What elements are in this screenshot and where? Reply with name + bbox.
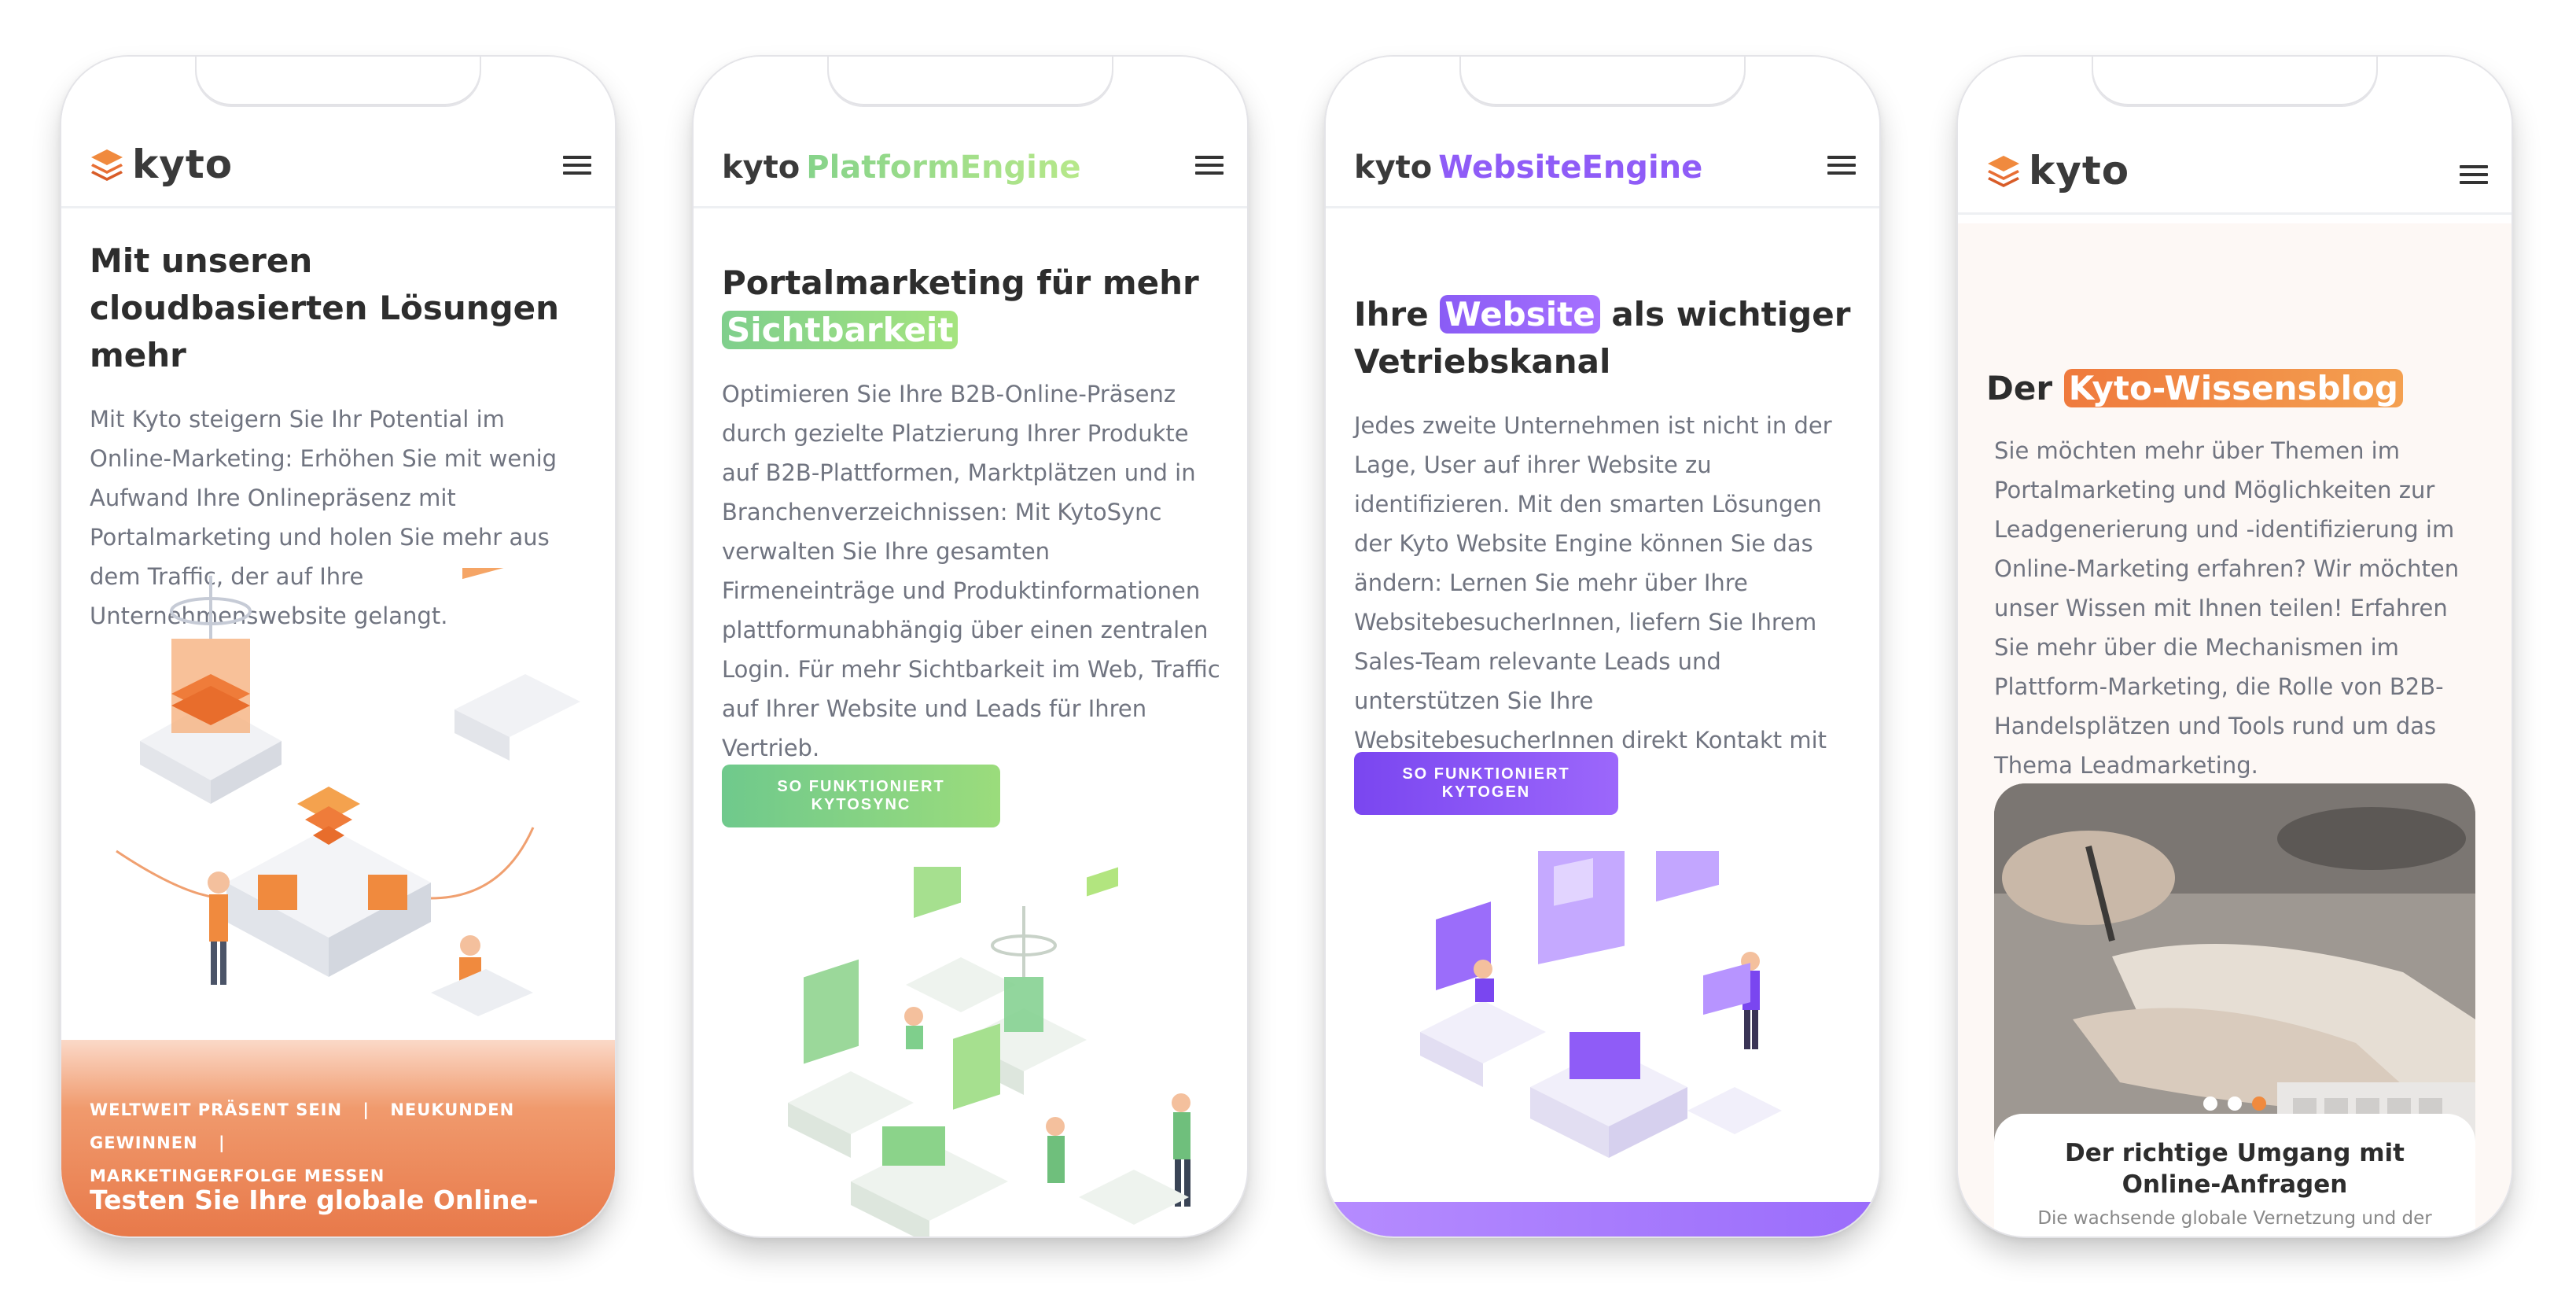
logo-product-text: WebsiteEngine (1438, 149, 1703, 186)
slider-dots (1958, 1096, 2512, 1114)
page-headline: Mit unseren cloudbasierten Lösungen mehr (90, 241, 560, 374)
logo-kyto-text: kyto (722, 149, 800, 186)
band-heading: Testen Sie Ihre globale Online- (90, 1185, 539, 1215)
phone-notch (197, 57, 480, 105)
hero-body: Sie möchten mehr über Themen im Portalma… (1994, 437, 2460, 779)
footer-band (1326, 1202, 1879, 1236)
kyto-logo[interactable]: kyto (90, 142, 233, 187)
page-headline: Ihre Website als wichtiger Vetriebskanal (1354, 291, 1856, 385)
logo-text: kyto (2029, 148, 2130, 193)
headline-text: Portalmarketing für mehr (722, 264, 1199, 302)
blog-intro: Sie möchten mehr über Themen im Portalma… (1994, 431, 2483, 785)
headline-highlight: Sichtbarkeit (722, 311, 959, 349)
logo-text: kyto (132, 142, 234, 187)
kyto-stack-icon (1988, 156, 2019, 187)
headline-text-end: als wichtiger Vetriebskanal (1354, 295, 1851, 381)
phone-notch (2093, 57, 2376, 105)
logo-kyto-text: kyto (1354, 149, 1433, 186)
separator: | (218, 1133, 226, 1152)
phone-website-engine: kyto WebsiteEngine Ihre Website als wich… (1326, 57, 1879, 1236)
slider-dot[interactable] (2202, 1096, 2217, 1111)
hero-text: Ihre Website als wichtiger Vetriebskanal… (1354, 291, 1856, 799)
feature-link-global[interactable]: WELTWEIT PRÄSENT SEIN (90, 1100, 342, 1119)
headline-highlight: Kyto-Wissensblog (2063, 369, 2403, 407)
platform-engine-illustration (788, 867, 1190, 1236)
hero-body: Jedes zweite Unternehmen ist nicht in de… (1354, 412, 1832, 793)
website-engine-illustration (1420, 851, 1782, 1158)
headline-text-start: Ihre (1354, 295, 1429, 334)
phone-notch (829, 57, 1112, 105)
platform-engine-logo[interactable]: kyto PlatformEngine (722, 149, 1080, 186)
hamburger-menu-icon[interactable] (2460, 165, 2488, 186)
page-headline: Der Kyto-Wissensblog (1986, 365, 2488, 412)
hero-text: Der Kyto-Wissensblog (1986, 365, 2488, 412)
hero-body: Optimieren Sie Ihre B2B-Online-Präsenz d… (722, 381, 1220, 761)
headline-highlight: Website (1440, 295, 1600, 334)
cloud-solutions-illustration (116, 568, 580, 1016)
kyto-logo[interactable]: kyto (1986, 148, 2129, 193)
kyto-stack-icon (91, 149, 123, 181)
separator: | (362, 1100, 370, 1119)
blog-post-card[interactable]: Der richtige Umgang mit Online-Anfragen … (1994, 1114, 2475, 1236)
feature-link-success[interactable]: MARKETINGERFOLGE MESSEN (90, 1166, 385, 1185)
kytogen-cta-button[interactable]: SO FUNKTIONIERT KYTOGEN (1354, 752, 1618, 815)
logo-product-text: PlatformEngine (806, 149, 1081, 186)
phone-platform-engine: kyto PlatformEngine Portalmarketing für … (694, 57, 1247, 1236)
feature-links: WELTWEIT PRÄSENT SEIN | NEUKUNDEN GEWINN… (90, 1093, 591, 1192)
page-headline: Portalmarketing für mehr Sichtbarkeit (722, 260, 1224, 354)
slider-dot-active[interactable] (2252, 1096, 2267, 1111)
blog-post-excerpt: Die wachsende globale Vernetzung und der (2037, 1208, 2432, 1229)
phone-wissensblog: kyto Der Kyto-Wissensblog Sie möchten me… (1958, 57, 2512, 1236)
hamburger-menu-icon[interactable] (1195, 156, 1224, 176)
blog-post-title[interactable]: Der richtige Umgang mit Online-Anfragen (1994, 1137, 2475, 1200)
headline-text-start: Der (1986, 369, 2053, 407)
hamburger-menu-icon[interactable] (563, 156, 591, 176)
slider-dot[interactable] (2228, 1096, 2242, 1111)
kytosync-cta-button[interactable]: SO FUNKTIONIERT KYTOSYNC (722, 765, 1000, 827)
phone-kyto-home: kyto Mit unseren cloudbasierten Lösungen… (61, 57, 615, 1236)
hamburger-menu-icon[interactable] (1827, 156, 1856, 176)
hero-text: Portalmarketing für mehr Sichtbarkeit Op… (722, 260, 1224, 768)
website-engine-logo[interactable]: kyto WebsiteEngine (1354, 149, 1702, 186)
phone-notch (1461, 57, 1744, 105)
